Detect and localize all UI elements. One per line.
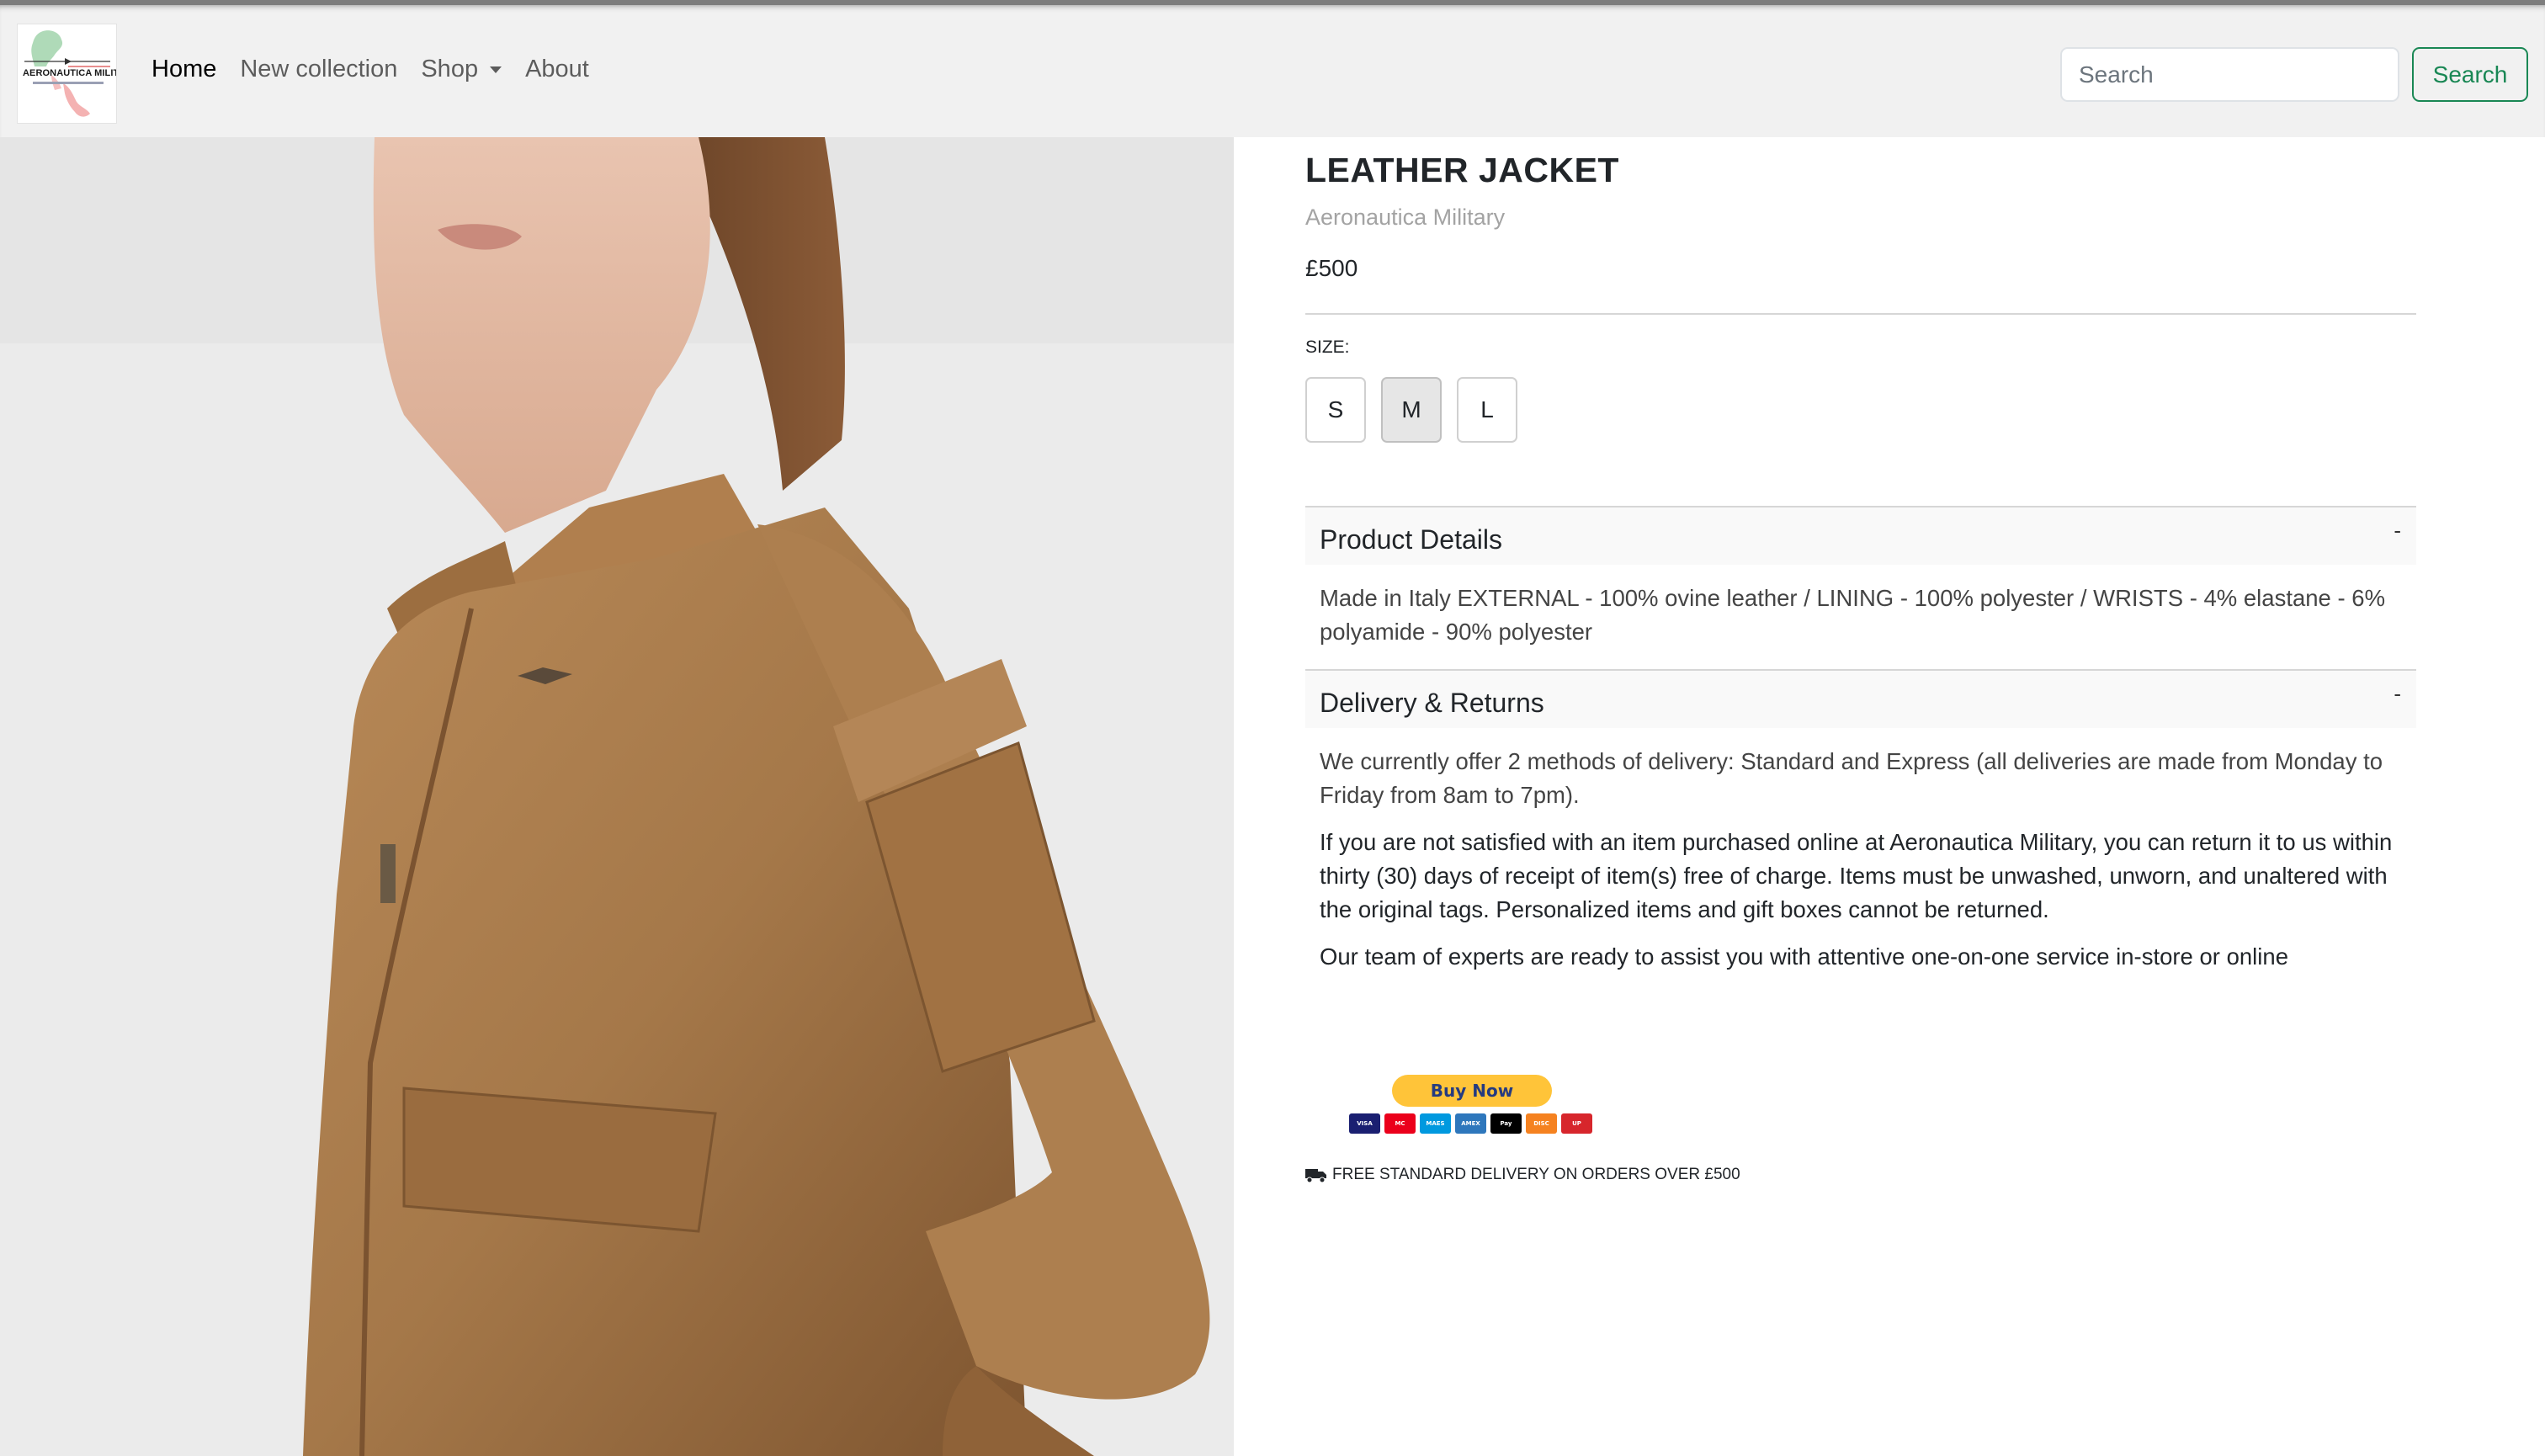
size-button-l[interactable]: L — [1457, 377, 1517, 443]
truck-icon — [1305, 1169, 1326, 1183]
nav-shop-label: Shop — [421, 56, 479, 82]
size-button-m[interactable]: M — [1381, 377, 1442, 443]
nav-new-collection[interactable]: New collection — [240, 56, 397, 83]
navbar: AERONAUTICA MILITARY Home New collection… — [0, 0, 2545, 137]
service-text: Our team of experts are ready to assist … — [1320, 943, 2288, 970]
main-nav: Home New collection Shop About — [151, 56, 613, 83]
divider — [1305, 313, 2416, 315]
nav-home[interactable]: Home — [151, 56, 216, 83]
nav-about[interactable]: About — [525, 56, 589, 83]
free-delivery-notice: FREE STANDARD DELIVERY ON ORDERS OVER £5… — [1305, 1166, 1740, 1184]
delivery-text: We currently offer 2 methods of delivery… — [1320, 748, 2383, 808]
visa-icon: VISA — [1349, 1113, 1380, 1134]
accordion-delivery-returns-header[interactable]: Delivery & Returns - — [1305, 671, 2416, 728]
nav-shop-dropdown[interactable]: Shop — [421, 56, 502, 83]
maestro-icon: MAES — [1420, 1113, 1451, 1134]
free-delivery-text: FREE STANDARD DELIVERY ON ORDERS OVER £5… — [1332, 1166, 1740, 1183]
buy-now-button[interactable]: Buy Now — [1392, 1075, 1552, 1107]
apple-pay-icon: Pay — [1490, 1113, 1522, 1134]
accordion-product-details-body: Made in Italy EXTERNAL - 100% ovine leat… — [1320, 582, 2405, 662]
collapse-icon: - — [2394, 681, 2401, 706]
amex-icon: AMEX — [1455, 1113, 1486, 1134]
accordion-title: Delivery & Returns — [1320, 688, 1544, 718]
returns-text: If you are not satisfied with an item pu… — [1320, 829, 2393, 922]
product-image — [0, 137, 1234, 1456]
accordion-delivery-returns-body: We currently offer 2 methods of delivery… — [1320, 745, 2405, 987]
product-price: £500 — [1305, 255, 1358, 281]
logo-underline — [33, 82, 104, 84]
chevron-down-icon — [490, 66, 502, 73]
discover-icon: DISC — [1526, 1113, 1557, 1134]
search-input[interactable] — [2060, 47, 2399, 102]
mastercard-icon: MC — [1384, 1113, 1416, 1134]
unionpay-icon: UP — [1561, 1113, 1592, 1134]
accordion-title: Product Details — [1320, 524, 1502, 555]
search-button[interactable]: Search — [2412, 47, 2528, 102]
product-details-text: Made in Italy EXTERNAL - 100% ovine leat… — [1320, 585, 2386, 645]
size-selector: S M L — [1305, 377, 1533, 443]
logo-text: AERONAUTICA MILITARY — [23, 68, 116, 78]
size-button-s[interactable]: S — [1305, 377, 1366, 443]
brand-logo[interactable]: AERONAUTICA MILITARY — [17, 24, 117, 124]
size-label: SIZE: — [1305, 337, 1350, 357]
product-title: LEATHER JACKET — [1305, 151, 1619, 189]
jacket-photo — [0, 137, 1234, 1456]
accordion-product-details-header[interactable]: Product Details - — [1305, 507, 2416, 565]
payment-cards: VISA MC MAES AMEX Pay DISC UP — [1349, 1113, 1597, 1134]
product-brand: Aeronautica Military — [1305, 205, 1506, 230]
collapse-icon: - — [2394, 518, 2401, 543]
